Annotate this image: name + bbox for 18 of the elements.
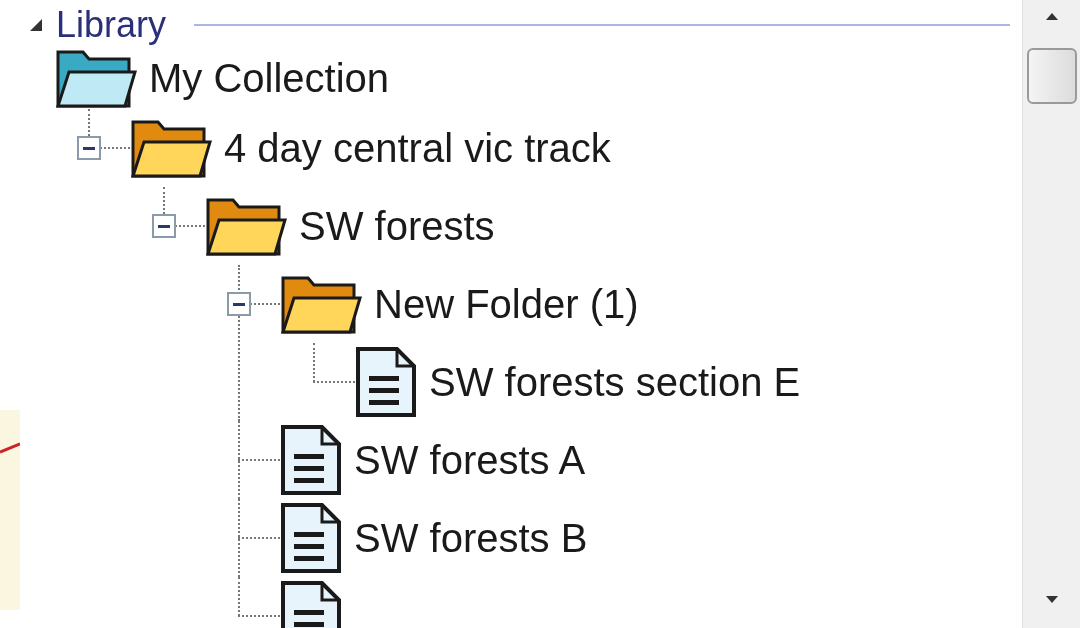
tree-item-label[interactable]: SW forests B	[354, 518, 588, 558]
tree-item-label[interactable]: New Folder (1)	[374, 284, 639, 324]
expanded-triangle-icon[interactable]	[28, 17, 44, 33]
tree-item-label[interactable]: SW forests section E	[429, 362, 801, 402]
tree-item-label[interactable]: My Collection	[149, 58, 390, 98]
collapse-toggle[interactable]	[77, 136, 101, 160]
collapse-toggle[interactable]	[152, 214, 176, 238]
scrollbar[interactable]	[1022, 0, 1080, 628]
tree-item-label[interactable]: SW forests	[299, 206, 495, 246]
tree-item-label[interactable]: SW forests A	[354, 440, 586, 480]
document-icon	[280, 424, 342, 496]
collapse-toggle[interactable]	[227, 292, 251, 316]
scroll-thumb[interactable]	[1026, 48, 1077, 104]
document-icon	[280, 502, 342, 574]
tree-item-label[interactable]: 4 day central vic track	[224, 128, 611, 168]
group-title: Library	[56, 4, 167, 46]
document-icon	[355, 346, 417, 418]
route-line	[0, 442, 20, 454]
